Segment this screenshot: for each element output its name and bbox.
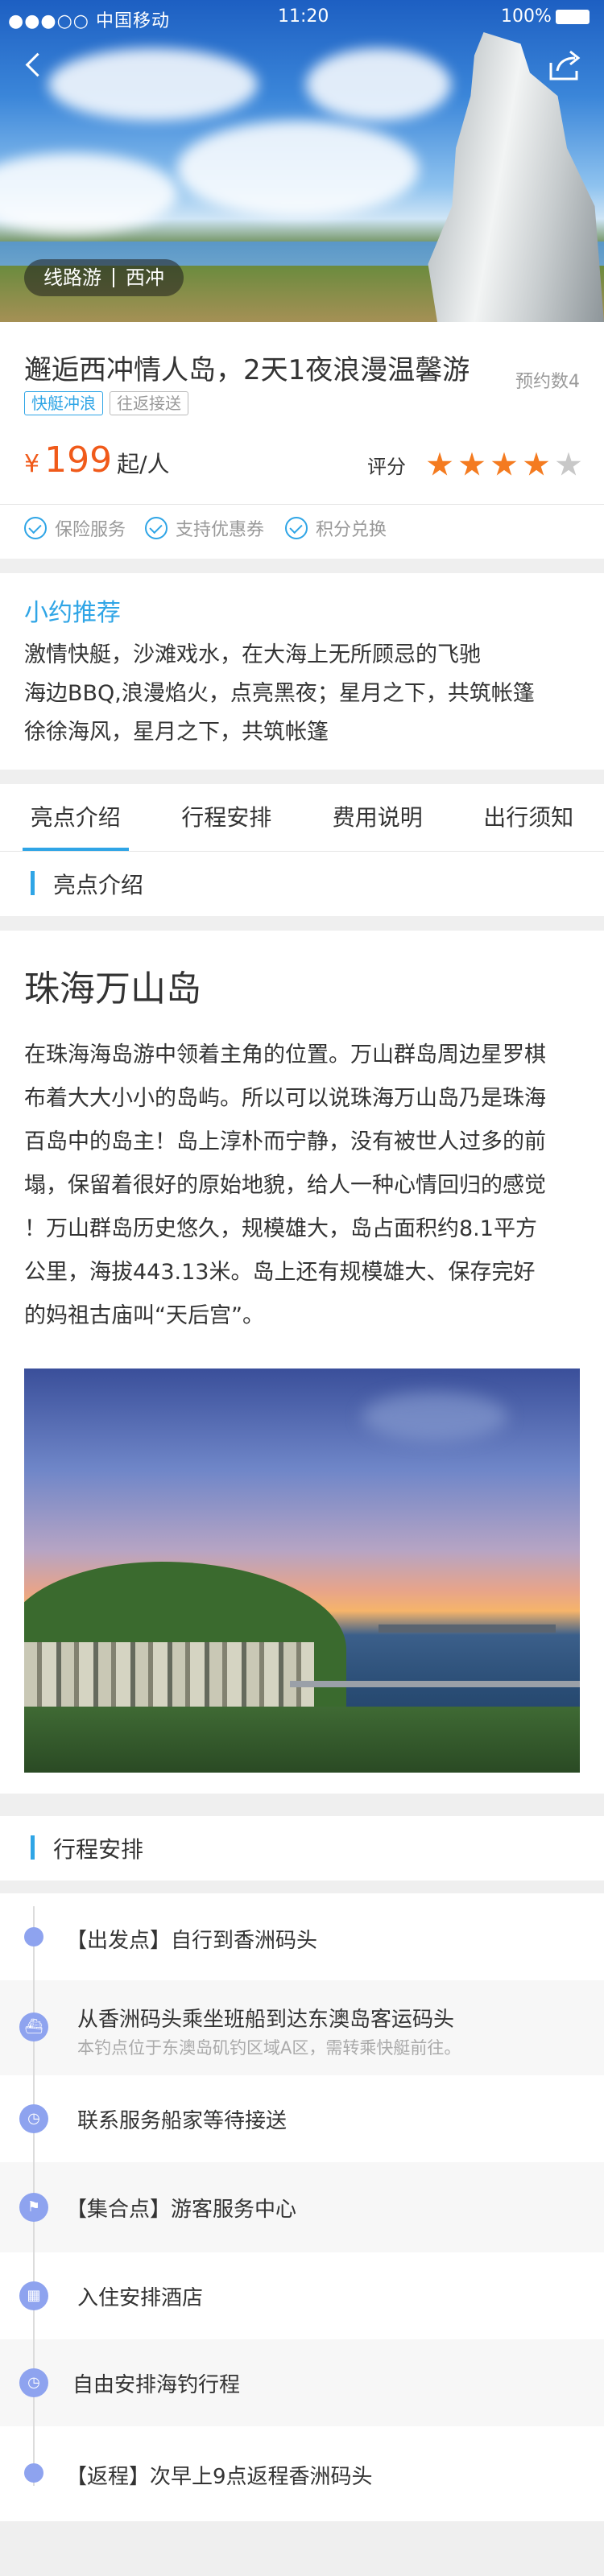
status-bar: ●●●○○ 中国移动 11:20 100% [0,0,604,32]
dot-icon [24,1927,43,1946]
tab-highlights[interactable]: 亮点介绍 [0,784,151,851]
booking-count: 预约数4 [515,372,580,392]
highlights-text: 在珠海海岛游中领着主角的位置。万山群岛周边星罗棋 布着大大小小的岛屿。所以可以说… [24,1034,580,1338]
itinerary-section-header: 行程安排 [0,1816,604,1880]
share-icon[interactable] [544,47,585,84]
hotel-icon: ▦ [19,2281,48,2310]
timeline-text: 【集合点】游客服务中心 [66,2198,297,2222]
service-label: 积分兑换 [316,520,387,540]
cloud [0,153,177,233]
pier [290,1681,580,1687]
timeline-item: ◷ 联系服务船家等待接送 [0,2075,604,2162]
battery-icon [556,10,590,24]
rating-stars [420,452,581,478]
star-icon [459,452,485,476]
timeline-text: 【出发点】自行到香洲码头 [66,1929,318,1953]
highlights-line: 的妈祖古庙叫“天后宫”。 [24,1303,264,1328]
hero-location-tag: 线路游 西冲 [24,259,184,296]
star-icon [556,452,581,476]
highlights-section-header: 亮点介绍 [0,852,604,916]
tab-itinerary[interactable]: 行程安排 [151,784,303,851]
divider [0,504,604,505]
product-title: 邂逅西冲情人岛，2天1夜浪漫温馨游 [24,354,470,386]
town [24,1642,314,1715]
timeline-item: 【返程】次早上9点返程香洲码头 [0,2426,604,2521]
price-value: 199 [44,440,113,481]
timeline-item: ⚑ 【集合点】游客服务中心 [0,2162,604,2252]
price: ¥ 199 起/人 [24,440,170,481]
product-tags: 快艇冲浪 往返接送 [24,391,188,415]
signal-indicator: ●●●○○ 中国移动 [8,11,170,31]
itinerary-section-title: 行程安排 [53,1836,144,1863]
highlights-line: 布着大大小小的岛屿。所以可以说珠海万山岛乃是珠海 [24,1086,546,1111]
battery-text: 100% [501,6,552,27]
rating-label: 评分 [367,456,406,478]
check-circle-icon [24,517,47,539]
timeline-item: 【出发点】自行到香洲码头 [0,1893,604,1980]
pier [379,1624,556,1633]
service-points: 积分兑换 [285,515,387,541]
highlights-line: 百岛中的岛主！岛上淳朴而宁静，没有被世人过多的前 [24,1129,546,1154]
island-photo [24,1368,580,1773]
back-icon[interactable] [21,48,48,80]
timeline-text: 自由安排海钓行程 [72,2373,241,2397]
cloud [48,48,258,121]
tag-speedboat: 快艇冲浪 [24,391,103,415]
ship-icon: ⛴ [19,2013,48,2041]
location-label: 西冲 [126,266,164,289]
price-symbol: ¥ [24,450,40,478]
timeline-text: 联系服务船家等待接送 [77,2109,288,2133]
recommend-heading: 小约推荐 [24,599,121,627]
cloud [362,1393,507,1441]
highlights-section-title: 亮点介绍 [53,872,144,898]
timeline-text: 入住安排酒店 [77,2286,204,2310]
star-icon [523,452,549,476]
foreground-trees [24,1707,580,1773]
highlights-line: 公里，海拔443.13米。岛上还有规模雄大、保存完好 [24,1260,536,1285]
price-unit: 起/人 [117,451,170,477]
clock-icon: ◷ [19,2368,48,2397]
service-label: 支持优惠券 [176,520,265,540]
tag-transfer: 往返接送 [110,391,188,415]
status-time: 11:20 [278,6,329,27]
timeline-text: 【返程】次早上9点返程香洲码头 [66,2465,373,2489]
recommend-line: 海边BBQ,浪漫焰火，点亮黑夜；星月之下，共筑帐篷 [24,681,535,706]
tag-separator [113,268,114,287]
check-circle-icon [285,517,308,539]
service-coupon: 支持优惠券 [145,515,264,541]
service-label: 保险服务 [55,520,126,540]
cloud [306,48,451,121]
rating: 评分 [367,451,581,479]
flag-icon: ⚑ [19,2193,48,2222]
section-marker [31,871,35,895]
tab-notice[interactable]: 出行须知 [453,784,604,851]
cloud [177,121,419,217]
highlights-line: ！万山群岛历史悠久，规模雄大，岛占面积约8.1平方 [24,1216,537,1241]
recommend-line: 激情快艇，沙滩戏水，在大海上无所顾忌的飞驰 [24,642,481,667]
timeline-text: 从香洲码头乘坐班船到达东澳岛客运码头 [77,2008,455,2032]
clock-icon: ◷ [19,2104,48,2133]
timeline-subtext: 本钓点位于东澳岛矶钓区域A区，需转乘快艇前往。 [77,2038,461,2058]
dot-icon [24,2463,43,2483]
timeline-item: ⛴ 从香洲码头乘坐班船到达东澳岛客运码头 本钓点位于东澳岛矶钓区域A区，需转乘快… [0,1980,604,2075]
tab-fees[interactable]: 费用说明 [302,784,453,851]
recommend-text: 激情快艇，沙滩戏水，在大海上无所顾忌的飞驰 海边BBQ,浪漫焰火，点亮黑夜；星月… [24,636,580,752]
timeline-item: ◷ 自由安排海钓行程 [0,2339,604,2426]
section-marker [31,1835,35,1860]
detail-tabs: 亮点介绍 行程安排 费用说明 出行须知 [0,784,604,852]
star-icon [491,452,517,476]
hero-banner: ●●●○○ 中国移动 11:20 100% 线路游 西冲 [0,0,604,322]
highlights-heading: 珠海万山岛 [24,968,201,1009]
route-type-label: 线路游 [43,266,101,289]
star-icon [427,452,453,476]
highlights-line: 在珠海海岛游中领着主角的位置。万山群岛周边星罗棋 [24,1042,546,1067]
timeline-item: ▦ 入住安排酒店 [0,2252,604,2339]
recommend-line: 徐徐海风，星月之下，共筑帐篷 [24,720,329,745]
highlights-line: 塌，保留着很好的原始地貌，给人一种心情回归的感觉 [24,1173,546,1198]
service-insurance: 保险服务 [24,515,126,541]
check-circle-icon [145,517,168,539]
